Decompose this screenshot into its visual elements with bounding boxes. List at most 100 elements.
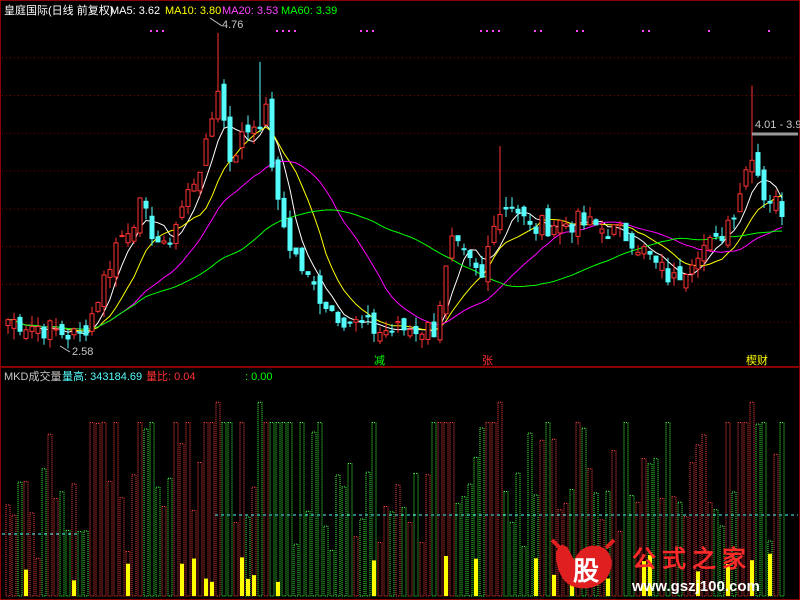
candle-body: [245, 124, 251, 133]
stock-title: 皇庭国际(日线 前复权): [4, 3, 113, 17]
candle-body: [47, 320, 53, 340]
volume-highlight-bar: [606, 578, 610, 596]
volume-bar: [509, 521, 515, 597]
volume-bar: [755, 423, 761, 597]
signal-dot: [282, 30, 284, 32]
candle-body: [425, 322, 431, 340]
candle-body: [533, 226, 539, 234]
volume-bar: [611, 450, 617, 597]
volume-bar: [305, 510, 311, 597]
candle-body: [365, 315, 371, 318]
candle-body: [131, 227, 137, 242]
candle-body: [497, 214, 503, 231]
volume-bar: [653, 458, 659, 597]
volume-bar: [53, 497, 59, 597]
signal-dot: [498, 30, 500, 32]
candle-body: [53, 328, 59, 331]
volume-bar: [407, 521, 413, 597]
volume-bar: [311, 431, 317, 597]
volume-bar: [167, 477, 173, 597]
signal-markers: 减 张 楔财: [150, 30, 770, 367]
signal-dot: [150, 30, 152, 32]
volume-bar: [215, 401, 221, 597]
candle-body: [95, 301, 101, 312]
candle-body: [293, 247, 299, 255]
candle-body: [323, 301, 329, 310]
signal-dot: [534, 30, 536, 32]
candle-body: [611, 224, 617, 235]
volume-bar: [89, 422, 95, 597]
volume-bar: [185, 422, 191, 597]
candle-body: [251, 126, 257, 134]
volume-bar: [221, 422, 227, 597]
candle-body: [605, 236, 611, 239]
candle-body: [593, 219, 599, 226]
candle-body: [431, 321, 437, 338]
volume-bar: [149, 422, 155, 597]
volume-bar: [425, 474, 431, 597]
candle-body: [35, 326, 41, 334]
volume-bar: [449, 422, 455, 597]
volume-bar: [107, 480, 113, 597]
volume-highlight-bar: [240, 557, 244, 596]
signal-dot: [642, 30, 644, 32]
candle-body: [773, 196, 779, 211]
candle-body: [779, 201, 785, 217]
volume-bar: [491, 422, 497, 597]
signal-dot: [294, 30, 296, 32]
candle-body: [575, 210, 581, 237]
volume-bar: [497, 401, 503, 597]
volume-high-label: 量高: 343184.69: [62, 369, 142, 383]
candle-body: [473, 262, 479, 268]
candle-body: [695, 257, 701, 270]
volume-bar: [335, 474, 341, 597]
candle-body: [455, 235, 461, 242]
volume-highlight-bar: [372, 560, 376, 596]
candle-body: [179, 206, 185, 218]
moving-average-lines: [7, 123, 783, 335]
volume-bar: [35, 557, 41, 597]
candle-body: [707, 237, 713, 251]
candle-body: [77, 331, 83, 334]
signal-marker: 楔财: [746, 353, 768, 367]
candle-body: [281, 197, 287, 228]
candle-body: [89, 313, 95, 332]
watermark-url: www.gszj100.com: [631, 578, 760, 595]
volume-bar: [485, 422, 491, 597]
volume-bar: [95, 422, 101, 597]
price-panel-frame: [0, 0, 800, 367]
candle-body: [83, 325, 89, 336]
candle-body: [659, 261, 665, 271]
ma10-label: MA10: 3.80: [165, 5, 221, 17]
candle-body: [275, 159, 281, 200]
volume-ratio-label: 量比: 0.04: [146, 370, 196, 383]
volume-bar: [293, 543, 299, 597]
signal-dot: [582, 30, 584, 32]
candle-body: [713, 233, 719, 237]
volume-bar: [83, 530, 89, 597]
volume-bar: [389, 511, 395, 597]
candle-body: [257, 126, 263, 130]
volume-bar: [47, 433, 53, 597]
volume-bar: [317, 422, 323, 597]
candle-body: [389, 330, 395, 333]
candle-body: [557, 220, 563, 234]
volume-bar: [617, 530, 623, 597]
volume-bar: [437, 422, 443, 597]
candle-body: [329, 305, 335, 312]
candle-body: [263, 103, 269, 126]
candle-body: [449, 235, 455, 259]
volume-bar: [299, 422, 305, 597]
candle-body: [749, 159, 755, 173]
candle-body: [383, 330, 389, 336]
volume-highlight-bar: [474, 558, 478, 596]
volume-bar: [269, 422, 275, 597]
candle-body: [437, 305, 443, 341]
candle-body: [359, 320, 365, 323]
volume-bar: [353, 536, 359, 597]
candle-body: [239, 131, 245, 149]
candle-body: [395, 320, 401, 324]
candle-body: [761, 169, 767, 201]
candle-body: [767, 200, 773, 204]
candle-body: [503, 207, 509, 210]
